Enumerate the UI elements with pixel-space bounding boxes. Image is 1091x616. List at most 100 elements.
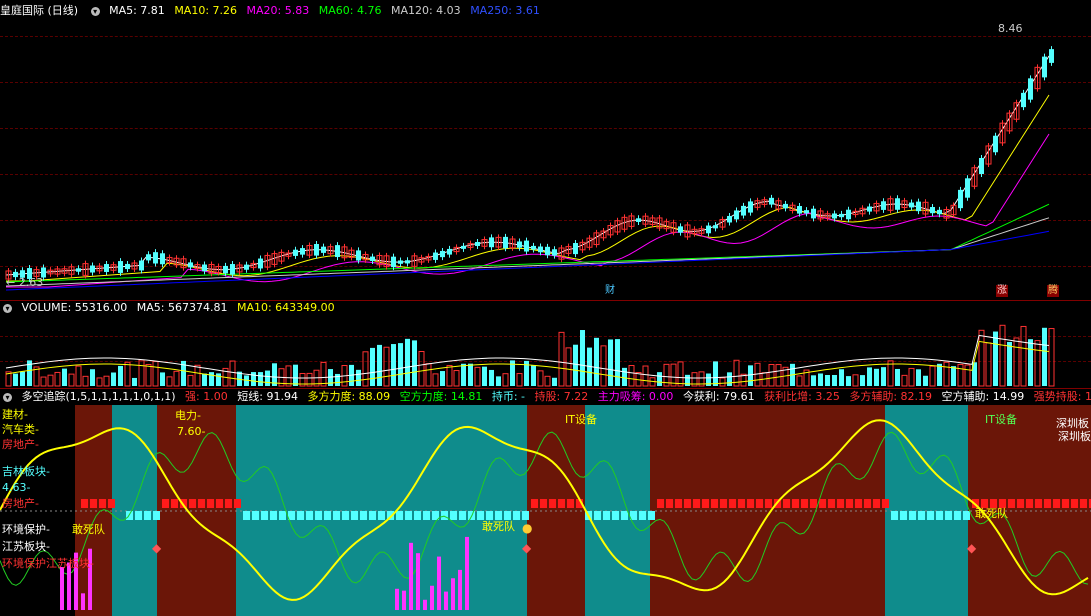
volume-bar [111, 372, 116, 386]
circle-toggle-icon[interactable]: ▾ [3, 392, 12, 402]
badge-teng[interactable]: 腾 [1047, 285, 1059, 297]
badge-cai[interactable]: 财 [604, 285, 616, 297]
magenta-histogram-bar [60, 567, 64, 610]
signal-block-red [702, 499, 709, 508]
circle-toggle-icon[interactable]: ▾ [90, 6, 100, 16]
circle-toggle-icon[interactable]: ▾ [3, 303, 12, 313]
volume-bar [957, 363, 964, 387]
candle-body [727, 215, 732, 223]
signal-block-red [540, 499, 547, 508]
candle-body [146, 254, 151, 261]
indicator-name[interactable]: 多空追踪(1,5,1,1,1,1,1,0,1,1) [22, 390, 176, 403]
volume-bar [68, 373, 75, 387]
signal-block-cyan [144, 511, 151, 520]
candle-body [160, 253, 165, 265]
stock-title[interactable]: 皇庭国际 (日线) [0, 4, 78, 17]
volume-bar [90, 369, 95, 386]
volume-bar [573, 344, 578, 386]
signal-block-red [162, 499, 169, 508]
candle-body [797, 206, 802, 214]
magenta-histogram-bar [437, 556, 441, 610]
signal-block-red [819, 499, 826, 508]
signal-block-red [720, 499, 727, 508]
label-gansidui-1: 敢死队 [72, 523, 105, 536]
signal-block-cyan [891, 511, 898, 520]
signal-block-cyan [324, 511, 331, 520]
signal-block-cyan [126, 511, 133, 520]
candle-body [524, 240, 529, 252]
indicator-header: ▾ 多空追踪(1,5,1,1,1,1,1,0,1,1) 强: 1.00 短线: … [0, 389, 1091, 405]
volume-bar [964, 364, 971, 387]
signal-block-red [747, 499, 754, 508]
magenta-histogram-bar [451, 578, 455, 610]
volume-bar [391, 344, 396, 386]
volume-bar [993, 331, 998, 386]
volume-bar [608, 339, 613, 386]
indicator-panel[interactable]: 建材- 汽车类- 房地产- 吉林板块- 4.63- 房地产- 环境保护- 江苏板… [0, 405, 1091, 616]
volume-bar [825, 375, 830, 386]
candle-body [937, 209, 942, 215]
volume-bar [335, 373, 340, 386]
candle-body [545, 246, 550, 256]
signal-block-cyan [270, 511, 277, 520]
signal-block-cyan [315, 511, 322, 520]
signal-block-cyan [405, 511, 412, 520]
volume-bar [537, 370, 544, 387]
huolibi-label: 获利比增: 3.25 [764, 390, 840, 403]
candle-body [90, 265, 95, 273]
volume-bar [796, 375, 803, 387]
label-qiche: 汽车类- [2, 423, 39, 436]
volume-bar [202, 373, 207, 386]
volume-bar [13, 373, 18, 386]
volume-bar [923, 375, 928, 386]
badge-zhang[interactable]: 涨 [996, 285, 1008, 297]
volume-bar [713, 361, 718, 386]
signal-block-cyan [279, 511, 286, 520]
volume-bar [96, 377, 103, 387]
signal-block-red [81, 499, 88, 508]
price-chart-panel[interactable]: 8.46 ← 2.63 财 涨 腾 [0, 20, 1091, 300]
signal-block-cyan [252, 511, 259, 520]
signal-block-red [216, 499, 223, 508]
signal-block-red [1026, 499, 1033, 508]
volume-bar [846, 376, 851, 386]
signal-block-cyan [963, 511, 970, 520]
volume-bar [160, 372, 165, 386]
signal-block-red [666, 499, 673, 508]
label-jilin: 吉林板块- [2, 465, 50, 478]
signal-block-cyan [648, 511, 655, 520]
volume-bar [216, 373, 221, 386]
signal-block-cyan [513, 511, 520, 520]
volume-bar [943, 361, 950, 387]
volume-bar [580, 330, 585, 386]
candle-body [832, 213, 837, 219]
magenta-histogram-bar [395, 588, 399, 610]
volume-bar [54, 371, 61, 387]
candle-body [706, 225, 711, 234]
candle-body [244, 264, 249, 270]
signal-block-red [855, 499, 862, 508]
signal-block-red [234, 499, 241, 508]
volume-bar [82, 375, 89, 387]
candle-body [447, 248, 452, 255]
ma250-label: MA250: 3.61 [470, 4, 540, 17]
volume-bar [818, 373, 823, 386]
volume-bar [622, 367, 627, 386]
magenta-histogram-bar [465, 536, 469, 610]
candle-body [846, 209, 851, 220]
candle-body [1049, 49, 1054, 63]
signal-block-red [729, 499, 736, 508]
candle-body [930, 207, 935, 214]
kongfang-label: 空方力度: 14.81 [399, 390, 483, 403]
diamond-icon: ◆ [152, 541, 162, 555]
signal-block-cyan [900, 511, 907, 520]
label-jiangsu: 江苏板块- [2, 540, 50, 553]
volume-chart-panel[interactable] [0, 316, 1091, 388]
candle-body [839, 213, 844, 218]
signal-block-red [1071, 499, 1078, 508]
zhuli-label: 主力吸筹: 0.00 [597, 390, 674, 403]
label-huanjing: 环境保护- [2, 523, 50, 536]
volume-bar [489, 369, 494, 386]
chigu-label: 持股: 7.22 [534, 390, 589, 403]
candle-body [678, 226, 683, 233]
